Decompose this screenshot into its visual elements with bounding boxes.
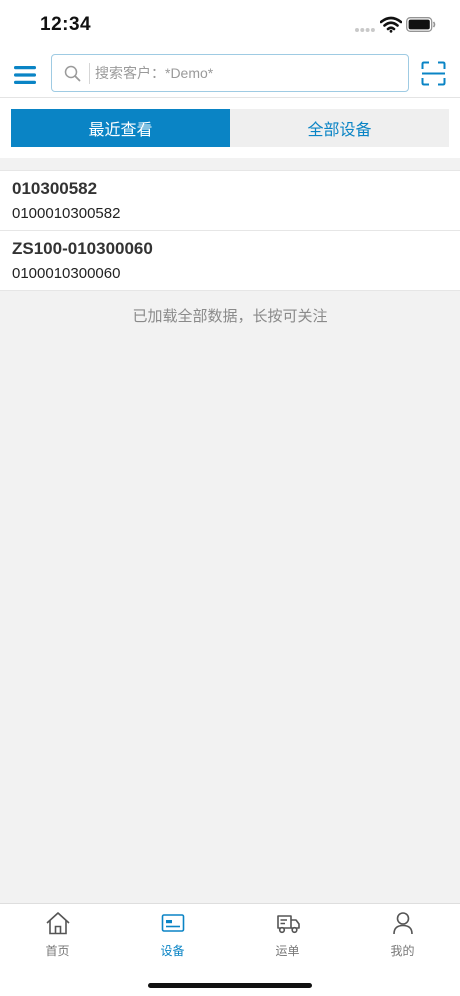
nav-label-devices: 设备 (160, 944, 185, 958)
wifi-icon (380, 16, 402, 33)
search-icon (64, 65, 81, 82)
nav-item-devices[interactable]: 设备 (115, 904, 230, 964)
nav-label-mine: 我的 (390, 944, 415, 958)
device-card-icon (161, 914, 185, 932)
home-indicator (148, 983, 312, 988)
nav-label-home: 首页 (45, 944, 70, 958)
search-divider (89, 63, 90, 84)
nav-item-waybill[interactable]: 运单 (230, 904, 345, 964)
device-name: 010300582 (12, 179, 98, 198)
battery-icon (406, 17, 436, 32)
search-header (0, 48, 460, 98)
search-box[interactable] (51, 54, 409, 92)
signal-dots-icon (355, 28, 375, 32)
device-list: 010300582 0100010300582 ZS100-010300060 … (0, 170, 460, 291)
nav-label-waybill: 运单 (275, 944, 300, 958)
nav-item-mine[interactable]: 我的 (345, 904, 460, 964)
search-input[interactable] (95, 60, 395, 86)
tab-recent[interactable]: 最近查看 (11, 109, 230, 147)
scan-icon[interactable] (421, 61, 446, 86)
list-item[interactable]: ZS100-010300060 0100010300060 (0, 231, 460, 291)
user-icon (393, 912, 413, 935)
device-name: ZS100-010300060 (12, 239, 153, 258)
home-icon (46, 912, 70, 935)
status-bar: 12:34 (0, 0, 460, 48)
status-time: 12:34 (40, 14, 92, 35)
list-end-text: 已加载全部数据，长按可关注 (132, 308, 328, 325)
tab-all-devices[interactable]: 全部设备 (230, 109, 449, 147)
list-item[interactable]: 010300582 0100010300582 (0, 171, 460, 231)
device-code: 0100010300060 (12, 265, 121, 282)
bottom-nav: 首页 设备 运单 我的 (0, 903, 460, 996)
nav-item-home[interactable]: 首页 (0, 904, 115, 964)
tabs-area: 最近查看 全部设备 (0, 98, 460, 158)
device-code: 0100010300582 (12, 205, 121, 222)
menu-icon[interactable] (13, 64, 37, 86)
truck-icon (277, 915, 300, 934)
